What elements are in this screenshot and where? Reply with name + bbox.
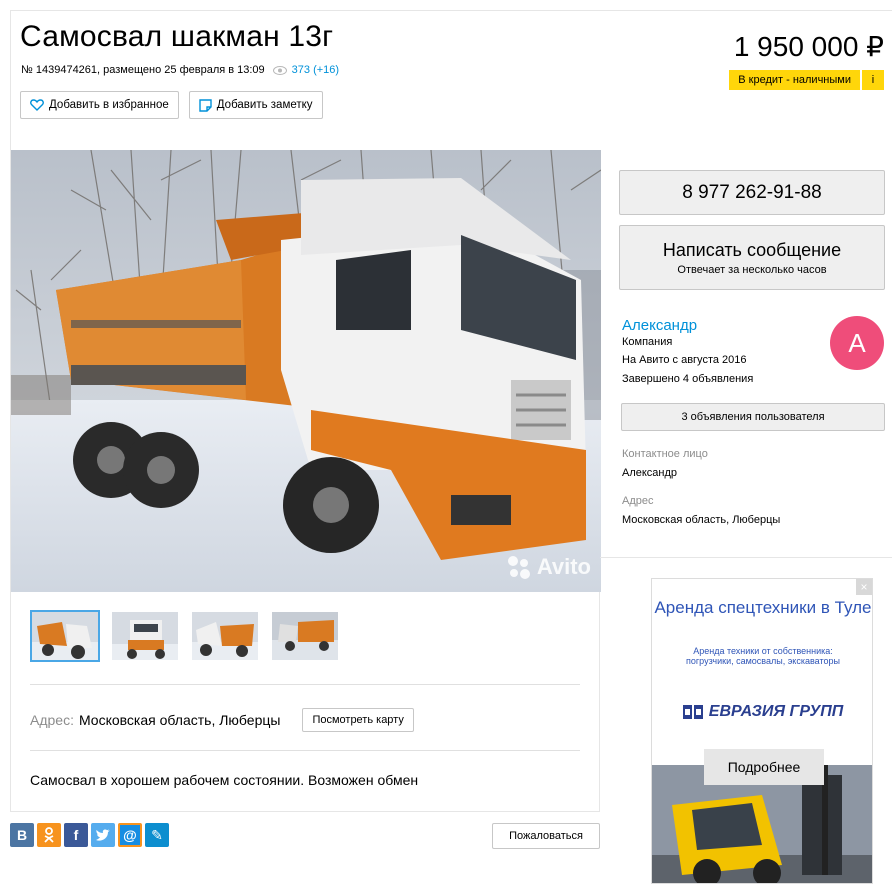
response-time: Отвечает за несколько часов	[677, 263, 827, 276]
avito-watermark-text: Avito	[536, 554, 591, 579]
divider	[30, 750, 580, 751]
credit-label[interactable]: В кредит - наличными	[729, 70, 860, 90]
mail-share-button[interactable]: @	[118, 823, 142, 847]
address-row: Адрес: Московская область, Люберцы Посмо…	[30, 708, 414, 732]
seller-completed: Завершено 4 объявления	[622, 373, 754, 385]
seller-address-label: Адрес	[622, 495, 654, 507]
write-message-button[interactable]: Написать сообщение Отвечает за несколько…	[619, 225, 885, 290]
livejournal-share-button[interactable]: ✎	[145, 823, 169, 847]
vk-share-button[interactable]: В	[10, 823, 34, 847]
contact-person-label: Контактное лицо	[622, 448, 708, 460]
ad-brand: ЕВРАЗИЯ ГРУПП	[652, 703, 872, 721]
thumbnail-strip	[30, 610, 340, 662]
thumbnail-2[interactable]	[110, 610, 180, 662]
add-note-label: Добавить заметку	[216, 99, 313, 111]
ad-subtext: Аренда техники от собственника: погрузчи…	[686, 646, 840, 666]
note-icon	[199, 98, 212, 112]
contact-person-value: Александр	[622, 467, 678, 479]
avatar[interactable]: А	[830, 316, 884, 370]
show-map-button[interactable]: Посмотреть карту	[302, 708, 414, 732]
facebook-share-button[interactable]: f	[64, 823, 88, 847]
truck-photo	[11, 150, 601, 592]
thumbnail-1[interactable]	[30, 610, 100, 662]
seller-ads-button[interactable]: 3 объявления пользователя	[621, 403, 885, 431]
twitter-share-button[interactable]	[91, 823, 115, 847]
share-buttons: В f @ ✎	[10, 823, 169, 847]
avito-watermark: Avito	[506, 554, 591, 580]
price: 1 950 000 ₽	[733, 31, 884, 62]
page-title: Самосвал шакман 13г	[20, 20, 334, 53]
ad-meta: № 1439474261, размещено 25 февраля в 13:…	[21, 64, 339, 76]
odnoklassniki-icon	[44, 827, 54, 843]
write-message-label: Написать сообщение	[662, 239, 842, 260]
thumbnail-3[interactable]	[190, 610, 260, 662]
seller-since: На Авито с августа 2016	[622, 354, 747, 366]
eye-icon	[272, 65, 287, 75]
add-note-button[interactable]: Добавить заметку	[188, 91, 323, 119]
add-to-favorites-label: Добавить в избранное	[49, 99, 169, 111]
phone-button[interactable]: 8 977 262-91-88	[619, 170, 885, 215]
seller-type: Компания	[622, 336, 673, 348]
add-to-favorites-button[interactable]: Добавить в избранное	[20, 91, 179, 119]
seller-name-link[interactable]: Александр	[622, 317, 697, 334]
avito-logo-icon	[507, 556, 530, 579]
ad-more-button[interactable]: Подробнее	[704, 749, 824, 785]
credit-info-icon[interactable]: i	[862, 70, 884, 90]
ok-share-button[interactable]	[37, 823, 61, 847]
heart-icon	[30, 99, 44, 111]
ad-heading[interactable]: Аренда спецтехники в Туле	[652, 597, 872, 618]
header-actions: Добавить в избранное Добавить заметку	[20, 91, 323, 119]
address-value: Московская область, Люберцы	[78, 712, 281, 728]
brand-logo-icon	[682, 705, 703, 719]
views-count[interactable]: 373 (+16)	[292, 64, 339, 76]
divider	[30, 684, 580, 685]
credit-badge[interactable]: В кредит - наличными i	[729, 70, 884, 90]
report-button[interactable]: Пожаловаться	[492, 823, 600, 849]
ad-banner[interactable]: × Аренда спецтехники в Туле Аренда техни…	[651, 578, 873, 884]
thumbnail-4[interactable]	[270, 610, 340, 662]
seller-sidebar: 8 977 262-91-88 Написать сообщение Отвеч…	[600, 150, 892, 558]
address-label: Адрес:	[30, 712, 74, 728]
seller-address-value: Московская область, Люберцы	[622, 514, 781, 526]
main-photo[interactable]: Avito	[11, 150, 601, 592]
close-icon[interactable]: ×	[856, 579, 872, 595]
twitter-icon	[96, 828, 110, 841]
ad-brand-text: ЕВРАЗИЯ ГРУПП	[708, 703, 844, 720]
ad-meta-text: № 1439474261, размещено 25 февраля в 13:…	[21, 64, 265, 76]
description: Самосвал в хорошем рабочем состоянии. Во…	[30, 772, 419, 788]
